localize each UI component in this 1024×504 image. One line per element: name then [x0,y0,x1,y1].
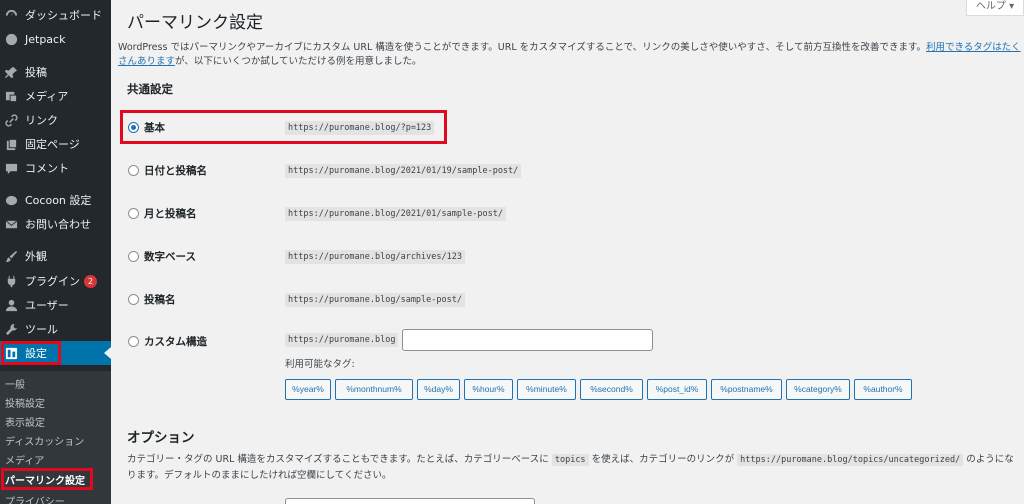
jetpack-icon [4,32,18,46]
tag-button-minute[interactable]: %minute% [517,379,576,400]
example-url: https://puromane.blog/sample-post/ [285,293,465,307]
radio-button[interactable] [128,207,139,219]
tag-button-author[interactable]: %author% [854,379,912,400]
menu-label: プラグイン [25,275,80,288]
intro-sentence: WordPress ではパーマリンクやアーカイブにカスタム URL 構造を使うこ… [118,42,926,53]
submenu-discussion[interactable]: ディスカッション [5,433,84,448]
help-tab[interactable]: ヘルプ ▾ [966,0,1024,16]
plugin-icon [4,274,18,288]
radio-button[interactable] [128,293,139,305]
menu-label: リンク [25,114,58,127]
option-label: 投稿名 [144,293,176,306]
tag-button-hour[interactable]: %hour% [464,379,513,400]
example-url: https://puromane.blog/?p=123 [285,121,435,135]
menu-label: メディア [25,90,69,103]
example-url: https://puromane.blog/archives/123 [285,250,465,264]
menu-appearance[interactable]: 外観 [0,244,111,268]
example-url: https://puromane.blog/2021/01/sample-pos… [285,207,506,221]
radio-button[interactable] [128,250,139,262]
option-label: 基本 [144,121,165,134]
comment-icon [4,161,18,175]
menu-jetpack[interactable]: Jetpack [0,27,111,51]
menu-media[interactable]: メディア [0,84,111,108]
page-title: パーマリンク設定 [127,13,263,33]
example-base-code: topics [551,454,589,466]
menu-plugins[interactable]: プラグイン 2 [0,269,111,293]
option-day-name[interactable]: 日付と投稿名 [128,162,207,178]
submenu-general[interactable]: 一般 [5,376,25,391]
media-icon [4,89,18,103]
option-numeric[interactable]: 数字ベース [128,248,196,264]
option-label: 数字ベース [144,250,196,263]
brush-icon [4,249,18,263]
intro-sentence-end: が、以下にいくつか試していただける例を用意しました。 [175,56,422,67]
available-tags-label: 利用可能なタグ: [285,359,355,370]
menu-label: コメント [25,162,69,175]
admin-sidebar: ダッシュボード Jetpack 投稿 メディア リンク 固定ページ コメント C… [0,0,111,504]
cocoon-icon [4,193,18,207]
submenu-privacy[interactable]: プライバシー [5,493,65,504]
example-category-url: https://puromane.blog/topics/uncategoriz… [737,454,964,466]
menu-label: 固定ページ [25,138,80,151]
tag-button-day[interactable]: %day% [417,379,460,400]
menu-dashboard[interactable]: ダッシュボード [0,3,111,27]
option-custom[interactable]: カスタム構造 [128,333,207,349]
menu-label: ダッシュボード [25,9,102,22]
menu-comments[interactable]: コメント [0,156,111,180]
tag-button-monthnum[interactable]: %monthnum% [335,379,413,400]
menu-label: 投稿 [25,66,47,79]
pushpin-icon [4,65,18,79]
menu-posts[interactable]: 投稿 [0,60,111,84]
tag-button-post-id[interactable]: %post_id% [647,379,707,400]
custom-structure-input[interactable] [402,329,653,351]
options-heading: オプション [127,430,195,446]
highlight-permalinks-box [1,468,93,490]
example-url: https://puromane.blog/2021/01/19/sample-… [285,164,522,178]
menu-contact[interactable]: お問い合わせ [0,212,111,236]
menu-links[interactable]: リンク [0,108,111,132]
submenu-reading[interactable]: 表示設定 [5,414,45,429]
option-label: 月と投稿名 [144,207,197,220]
options-description: カテゴリー・タグの URL 構造をカスタマイズすることもできます。たとえば、カテ… [127,452,1022,483]
tag-button-category[interactable]: %category% [786,379,850,400]
wrench-icon [4,322,18,336]
menu-label: 外観 [25,250,47,263]
mail-icon [4,217,18,231]
common-settings-heading: 共通設定 [127,82,173,96]
menu-tools[interactable]: ツール [0,317,111,341]
link-icon [4,113,18,127]
options-desc-part: を使えば、カテゴリーのリンクが [591,454,735,465]
menu-label: Jetpack [25,32,66,46]
intro-text: WordPress ではパーマリンクやアーカイブにカスタム URL 構造を使うこ… [118,41,1022,69]
menu-cocoon[interactable]: Cocoon 設定 [0,188,111,212]
custom-base-url: https://puromane.blog [285,333,399,347]
page-icon [4,137,18,151]
dashboard-icon [4,8,18,22]
menu-users[interactable]: ユーザー [0,293,111,317]
tag-button-year[interactable]: %year% [285,379,331,400]
submenu-media[interactable]: メディア [5,452,44,467]
highlight-settings-box [1,341,61,365]
option-plain[interactable]: 基本 [128,119,165,135]
category-base-input[interactable] [285,498,535,504]
option-month-name[interactable]: 月と投稿名 [128,205,197,221]
menu-pages[interactable]: 固定ページ [0,132,111,156]
option-label: カスタム構造 [144,335,207,348]
menu-label: ユーザー [25,299,69,312]
options-desc-part: カテゴリー・タグの URL 構造をカスタマイズすることもできます。たとえば、カテ… [127,454,549,465]
radio-button[interactable] [128,164,139,176]
menu-label: Cocoon 設定 [25,194,92,207]
menu-label: お問い合わせ [25,218,91,231]
option-post-name[interactable]: 投稿名 [128,291,176,307]
tag-button-second[interactable]: %second% [580,379,643,400]
radio-button[interactable] [128,121,139,133]
tag-button-postname[interactable]: %postname% [711,379,782,400]
menu-label: ツール [25,323,58,336]
radio-button[interactable] [128,335,139,347]
submenu-writing[interactable]: 投稿設定 [5,395,45,410]
update-count-badge: 2 [84,274,97,288]
user-icon [4,298,18,312]
option-label: 日付と投稿名 [144,164,207,177]
